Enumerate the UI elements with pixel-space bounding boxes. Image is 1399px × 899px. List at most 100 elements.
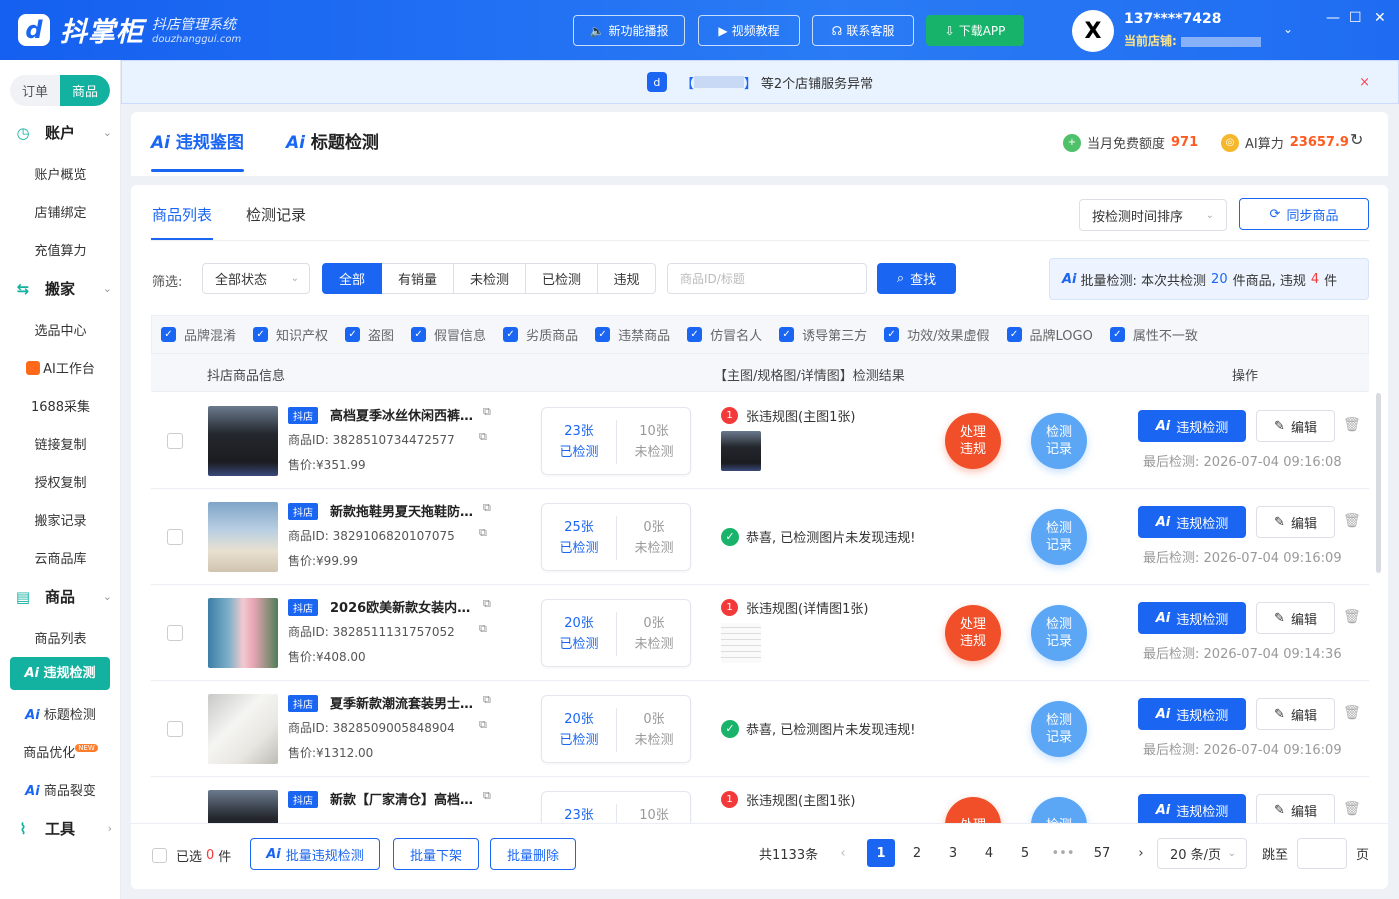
avatar[interactable]: X [1072,10,1114,52]
check-record-button[interactable]: 检测 记录 [1031,605,1087,661]
trash-icon[interactable]: 🗑 [1343,801,1361,817]
copy-icon[interactable]: ⧉ [483,597,491,611]
copy-icon[interactable]: ⧉ [479,430,487,444]
row-checkbox[interactable] [167,721,183,737]
trash-icon[interactable]: 🗑 [1343,705,1361,721]
product-title[interactable]: 高档夏季冰丝休闲西裤男士商务直筒 [330,405,476,424]
product-title[interactable]: 新款拖鞋男夏天拖鞋防滑厚底 [330,501,476,520]
sidebar-item-title-check[interactable]: Ai 标题检测 [0,704,121,723]
close-icon[interactable]: ✕ [1374,10,1386,26]
sort-select[interactable]: 按检测时间排序 ⌄ [1079,199,1227,231]
notice-close-icon[interactable]: × [1359,75,1370,90]
row-checkbox[interactable] [167,625,183,641]
sidebar-item-shop-binding[interactable]: 店铺绑定 [0,202,121,221]
edit-button[interactable]: ✎ 编辑 [1256,410,1335,442]
violation-check-button[interactable]: Ai 违规检测 [1138,794,1246,823]
filter-all[interactable]: 全部 [322,263,382,294]
violation-check-button[interactable]: Ai 违规检测 [1138,506,1246,538]
category-checkbox[interactable]: ✓ 品牌混淆 [161,325,236,344]
copy-icon[interactable]: ⧉ [479,622,487,636]
prev-page-icon[interactable]: ‹ [829,839,857,867]
sidebar-item-violation-check[interactable]: Ai 违规检测 [10,657,110,690]
row-checkbox[interactable] [167,529,183,545]
seg-goods[interactable]: 商品 [60,75,110,106]
contact-support-button[interactable]: ☊ 联系客服 [812,15,914,46]
trash-icon[interactable]: 🗑 [1343,513,1361,529]
page-ellipsis[interactable]: ••• [1049,839,1077,867]
check-record-button[interactable]: 检测 记录 [1031,509,1087,565]
seg-order[interactable]: 订单 [10,75,60,106]
filter-unchecked[interactable]: 未检测 [454,263,526,294]
checked-count[interactable]: 25张 已检测 [542,517,616,559]
category-checkbox[interactable]: ✓ 知识产权 [253,325,328,344]
copy-icon[interactable]: ⧉ [483,501,491,515]
handle-violation-button[interactable]: 处理 违规 [945,413,1001,469]
category-checkbox[interactable]: ✓ 品牌LOGO [1006,325,1093,344]
video-tutorial-button[interactable]: ▶ 视频教程 [698,15,800,46]
filter-checked[interactable]: 已检测 [526,263,598,294]
trash-icon[interactable]: 🗑 [1343,609,1361,625]
product-thumbnail[interactable] [208,406,278,476]
checked-count[interactable]: 20张 已检测 [542,613,616,655]
category-checkbox[interactable]: ✓ 假冒信息 [411,325,486,344]
page-3[interactable]: 3 [939,839,967,867]
search-input[interactable]: 商品ID/标题 [667,263,867,294]
tab-check-records[interactable]: 检测记录 [246,204,306,225]
product-title[interactable]: 2026欧美新款女装内搭连衣裙 [330,597,476,616]
edit-button[interactable]: ✎ 编辑 [1256,506,1335,538]
page-1[interactable]: 1 [867,839,895,867]
checked-count[interactable]: 23张 已检测 [542,421,616,463]
check-record-button[interactable]: 检测 [1031,797,1087,823]
select-all-checkbox[interactable] [152,848,167,863]
check-record-button[interactable]: 检测 记录 [1031,701,1087,757]
sidebar-item-link-copy[interactable]: 链接复制 [0,434,121,453]
copy-icon[interactable]: ⧉ [483,693,491,707]
jump-page-input[interactable] [1297,838,1347,869]
copy-icon[interactable]: ⧉ [483,405,491,419]
sidebar-group-goods[interactable]: ▤ 商品 ⌄ [14,586,112,607]
search-button[interactable]: ⌕ 查找 [877,263,956,294]
sidebar-item-goods-fission[interactable]: Ai 商品裂变 [0,780,121,799]
category-checkbox[interactable]: ✓ 仿冒名人 [687,325,762,344]
sync-goods-button[interactable]: ⟳ 同步商品 [1239,198,1369,230]
copy-icon[interactable]: ⧉ [483,789,491,803]
product-thumbnail[interactable] [208,502,278,572]
violation-check-button[interactable]: Ai 违规检测 [1138,698,1246,730]
page-5[interactable]: 5 [1011,839,1039,867]
category-checkbox[interactable]: ✓ 功效/效果虚假 [884,325,990,344]
page-2[interactable]: 2 [903,839,931,867]
sidebar-item-selection-center[interactable]: 选品中心 [0,320,121,339]
new-features-button[interactable]: 🔈 新功能播报 [573,15,685,46]
trash-icon[interactable]: 🗑 [1343,417,1361,433]
category-checkbox[interactable]: ✓ 劣质商品 [503,325,578,344]
category-checkbox[interactable]: ✓ 盗图 [345,325,394,344]
violation-image-thumbnail[interactable] [721,623,761,663]
maximize-icon[interactable]: ☐ [1349,10,1362,26]
download-app-button[interactable]: ⇩ 下载APP [926,15,1024,46]
minimize-icon[interactable]: — [1326,10,1340,26]
sidebar-item-1688[interactable]: 1688采集 [0,396,121,415]
row-checkbox[interactable] [167,433,183,449]
sidebar-item-ai-workbench[interactable]: AI工作台 [0,358,121,377]
copy-icon[interactable]: ⧉ [479,718,487,732]
tab-goods-list[interactable]: 商品列表 [152,204,212,225]
edit-button[interactable]: ✎ 编辑 [1256,602,1335,634]
batch-off-shelf-button[interactable]: 批量下架 [393,838,479,870]
violation-image-thumbnail[interactable] [721,431,761,471]
category-checkbox[interactable]: ✓ 违禁商品 [595,325,670,344]
product-thumbnail[interactable] [208,598,278,668]
sidebar-item-recharge[interactable]: 充值算力 [0,240,121,259]
handle-violation-button[interactable]: 处理 违规 [945,605,1001,661]
handle-violation-button[interactable]: 处理 [945,797,1001,823]
product-title[interactable]: 夏季新款潮流套装男士短袖 [330,693,476,712]
next-page-icon[interactable]: › [1127,839,1155,867]
sidebar-group-account[interactable]: ◷ 账户 ⌄ [14,122,112,143]
checked-count[interactable]: 20张 已检测 [542,709,616,751]
tab-violation-image[interactable]: Ai 违规鉴图 [151,128,244,153]
filter-violation[interactable]: 违规 [598,263,656,294]
copy-icon[interactable]: ⧉ [479,526,487,540]
sidebar-item-cloud-library[interactable]: 云商品库 [0,548,121,567]
page-4[interactable]: 4 [975,839,1003,867]
page-size-select[interactable]: 20 条/页 ⌄ [1157,838,1247,869]
sidebar-group-tools[interactable]: ⌇ 工具 › [14,818,112,839]
